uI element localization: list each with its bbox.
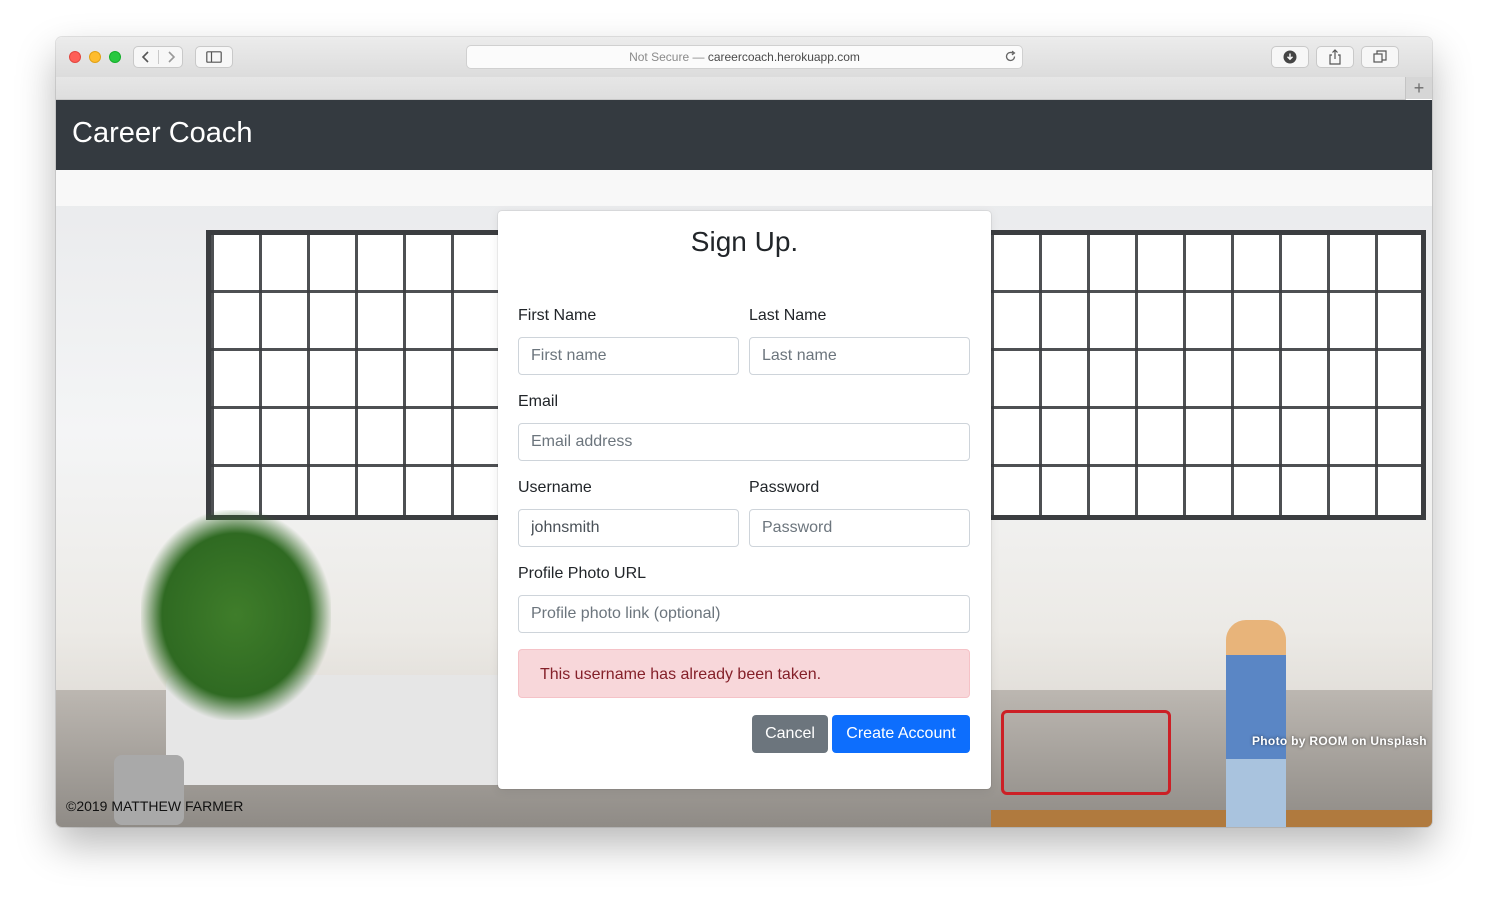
zoom-window-button[interactable] [109,51,121,63]
error-alert: This username has already been taken. [518,649,970,698]
photo-url-input[interactable] [518,595,970,633]
tab-strip [56,77,1406,100]
window-right [986,230,1426,520]
tabs-overview-button[interactable] [1361,46,1399,68]
password-input[interactable] [749,509,970,547]
last-name-input[interactable] [749,337,970,375]
signup-card: Sign Up. First Name Last Name Email User… [498,211,991,789]
email-label: Email [518,393,559,410]
username-label: Username [518,479,592,496]
first-name-input[interactable] [518,337,739,375]
security-label: Not Secure — [629,50,705,64]
close-window-button[interactable] [69,51,81,63]
downloads-button[interactable] [1271,46,1309,68]
first-name-label: First Name [518,307,597,324]
plant [141,510,331,720]
browser-window: Not Secure — careercoach.herokuapp.com +… [56,37,1432,827]
wooden-table [991,810,1432,827]
password-label: Password [749,479,820,496]
site-navbar: Career Coach [56,100,1432,170]
sidebar-icon [206,51,222,63]
last-name-label: Last Name [749,307,827,324]
address-bar[interactable]: Not Secure — careercoach.herokuapp.com [466,45,1023,69]
browser-toolbar: Not Secure — careercoach.herokuapp.com [56,37,1432,78]
url-domain: careercoach.herokuapp.com [707,50,860,64]
create-account-button[interactable]: Create Account [832,715,970,753]
site-brand[interactable]: Career Coach [72,117,253,150]
minimize-window-button[interactable] [89,51,101,63]
new-tab-button[interactable]: + [1405,77,1432,99]
web-page: Career Coach ©2019 MATTHEW FARMER Photo … [56,100,1432,827]
url-text: Not Secure — careercoach.herokuapp.com [467,50,1022,64]
email-input[interactable] [518,423,970,461]
photo-credit: Photo by ROOM on Unsplash [1252,734,1427,748]
cancel-button[interactable]: Cancel [752,715,828,753]
plant-pot [114,755,184,825]
back-button[interactable] [134,47,158,67]
chevron-right-icon [168,51,176,63]
share-button[interactable] [1316,46,1354,68]
window-left [206,230,506,520]
download-icon [1283,50,1297,64]
username-input[interactable] [518,509,739,547]
history-nav-group [133,46,183,68]
copyright: ©2019 MATTHEW FARMER [66,798,244,814]
ceiling-beam [56,170,1432,206]
form-title: Sign Up. [690,226,799,257]
sidebar-button[interactable] [195,46,233,68]
walking-person [1226,620,1286,827]
bicycle [1001,710,1171,795]
share-icon [1329,49,1341,65]
photo-url-label: Profile Photo URL [518,565,647,582]
tabs-overview-icon [1373,50,1387,63]
reload-icon [1005,50,1016,62]
reload-button[interactable] [1004,50,1017,68]
forward-button[interactable] [159,47,183,67]
chevron-left-icon [141,51,149,63]
